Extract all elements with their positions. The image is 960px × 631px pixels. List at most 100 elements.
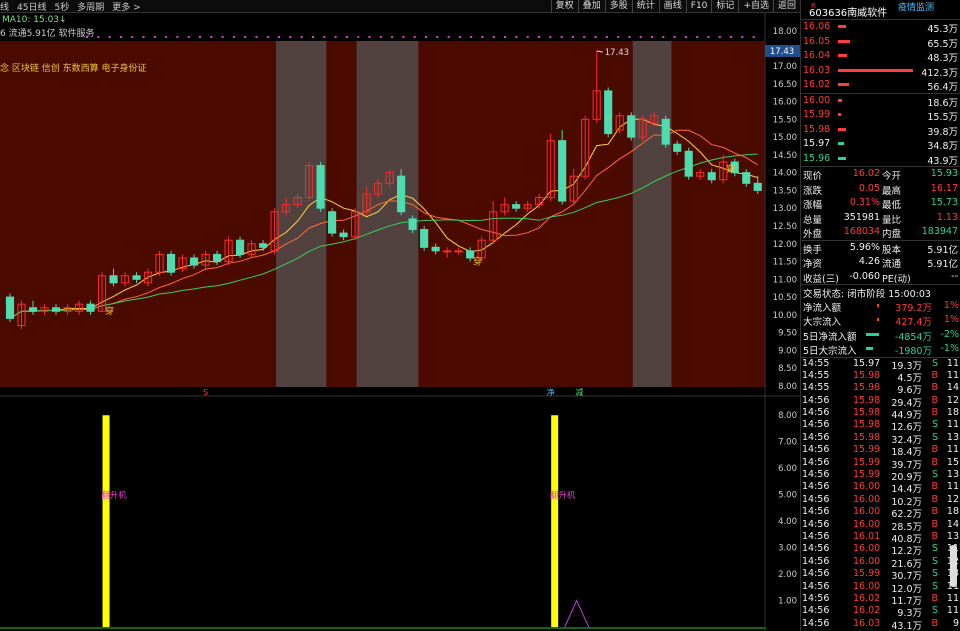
tick-row[interactable]: 14:56 16.00 62.2万 B 18 — [801, 506, 960, 520]
toolbar-btn-6[interactable]: 标记 — [711, 0, 738, 13]
toolbar-btn-3[interactable]: 统计 — [631, 0, 659, 13]
tick-time: 14:56 — [802, 518, 830, 530]
tick-row[interactable]: 14:56 15.99 18.4万 B 11 — [801, 444, 960, 458]
ask-row[interactable]: 16.02 56.4万 — [801, 78, 960, 93]
toolbar-btn-2[interactable]: 多股 — [604, 0, 632, 13]
toolbar-btn-1[interactable]: 叠加 — [577, 0, 605, 13]
candle[interactable] — [5, 293, 15, 322]
tick-price: 15.99 — [853, 568, 881, 580]
period-tab-3[interactable]: 多周期 — [77, 0, 104, 13]
tick-price: 16.03 — [853, 617, 881, 629]
tick-row[interactable]: 14:55 15.97 19.3万 S 11 — [801, 358, 960, 372]
stats-value: 4.26 — [858, 256, 880, 267]
bid-row[interactable]: 15.97 34.8万 — [801, 137, 960, 152]
ask-row[interactable]: 16.04 48.3万 — [801, 49, 960, 64]
candle[interactable] — [236, 236, 245, 258]
grey-zone-0 — [276, 41, 327, 387]
period-tab-1[interactable]: 45日线 — [17, 0, 46, 13]
signal-dot — [730, 36, 733, 38]
stats-value: 5.91亿 — [927, 259, 958, 270]
candle-body — [339, 232, 348, 238]
signal-dot — [470, 36, 473, 38]
tick-row[interactable]: 14:5615.9930.7万S13 — [801, 568, 960, 582]
tick-row[interactable]: 14:56 15.99 39.7万 B 15 — [801, 456, 960, 471]
tick-row[interactable]: 14:56 16.03 43.1万 B 9 — [801, 617, 960, 631]
indicator-triangle — [564, 599, 590, 628]
ask-volume-bar — [838, 54, 847, 57]
signal-dot — [515, 36, 518, 38]
quote-label: 涨幅 — [803, 200, 823, 211]
tick-side: S — [931, 605, 938, 617]
toolbar-btn-0[interactable]: 复权 — [550, 0, 578, 13]
period-tab-2[interactable]: 5秒 — [54, 0, 69, 13]
candle[interactable] — [627, 112, 636, 141]
stats-value: 5.91亿 — [927, 244, 958, 256]
quote-value: 15.93 — [930, 168, 958, 179]
tick-row[interactable]: 14:5616.0021.6万S12 — [801, 556, 960, 570]
tick-row[interactable]: 14:56 16.00 28.5万 B 14 — [801, 518, 960, 533]
candle[interactable] — [604, 87, 613, 138]
tick-row[interactable]: 14:55 15.98 9.6万 B 14 — [801, 382, 960, 396]
bid-row[interactable]: 15.99 15.5万 — [801, 108, 960, 123]
ask-row[interactable]: 16.05 65.5万 — [801, 35, 960, 50]
tick-row[interactable]: 14:56 16.00 14.4万 B 11 — [801, 481, 960, 495]
signal-dot — [594, 36, 597, 38]
candle[interactable] — [166, 250, 176, 276]
tick-price: 15.99 — [853, 456, 881, 468]
candlestick-chart[interactable]: 18.00 17.00 16.50 16.00 15.50 15.00 14.50 14.00… — [0, 13, 800, 631]
tick-row[interactable]: 14:55 15.98 4.5万 B 11 — [801, 370, 960, 384]
tick-row[interactable]: 14:56 16.00 10.2万 B 12 — [801, 493, 960, 508]
candle-body — [397, 175, 406, 213]
toolbar-btn-4[interactable]: 画线 — [658, 0, 686, 13]
candle[interactable] — [558, 129, 567, 205]
toolbar-actions: 复权 叠加 多股 统计 画线 F10 标记 +自选 返回 — [550, 0, 800, 13]
tick-list[interactable]: 14:55 15.97 19.3万 S 11 14:55 15.98 4.5万 B 11 14:55… — [801, 356, 960, 631]
price-tick: 17.00 — [773, 62, 797, 72]
epidemic-badge[interactable]: 疫情监测 — [898, 0, 934, 13]
candle-body — [166, 253, 176, 273]
candle[interactable] — [328, 208, 337, 237]
candle[interactable] — [684, 147, 693, 180]
tick-scrollbar[interactable] — [950, 545, 957, 587]
indicator-tick: 5.00 — [778, 491, 797, 501]
tick-row[interactable]: 14:5616.0012.0万S11 — [801, 581, 960, 595]
flow-label: 大宗流入 — [803, 317, 842, 328]
candle[interactable] — [316, 161, 325, 212]
cross-marker: 穿 — [726, 163, 735, 175]
toolbar-btn-5[interactable]: F10 — [685, 0, 712, 13]
tick-side: S — [931, 568, 938, 580]
tick-row[interactable]: 14:56 16.01 40.8万 B 13 — [801, 531, 960, 545]
tick-row[interactable]: 14:56 15.98 29.4万 B 12 — [801, 395, 960, 409]
signal-dot — [628, 36, 631, 38]
tick-time: 14:56 — [802, 617, 830, 629]
tick-row[interactable]: 14:56 15.99 20.9万 S 13 — [801, 469, 960, 483]
tick-row[interactable]: 14:56 15.98 12.6万 S 11 — [801, 419, 960, 433]
tick-row[interactable]: 14:56 15.98 44.9万 B 18 — [801, 407, 960, 421]
indicator-tick: 7.00 — [778, 438, 797, 448]
candle[interactable] — [397, 169, 406, 216]
candle-body — [627, 115, 636, 138]
tick-count: 12 — [946, 493, 959, 505]
toolbar-btn-8[interactable]: 返回 — [772, 0, 800, 13]
tick-row[interactable]: 14:5616.0012.2万S11 — [801, 543, 960, 557]
bid-volume: 34.8万 — [927, 141, 958, 152]
tick-row[interactable]: 14:56 15.98 32.4万 S 13 — [801, 432, 960, 446]
price-tick: 13.00 — [773, 204, 797, 214]
ask-row[interactable]: 16.06 45.3万 — [801, 20, 960, 35]
signal-dot — [458, 36, 461, 38]
ask-row[interactable]: 16.03 412.3万 — [801, 64, 960, 79]
period-tab-0[interactable]: 线 — [0, 0, 9, 13]
signal-dot — [538, 36, 540, 38]
bid-row[interactable]: 15.98 39.8万 — [801, 123, 960, 138]
candle[interactable] — [420, 225, 429, 251]
tick-side: B — [931, 456, 938, 468]
tick-row[interactable]: 14:56 16.02 9.3万 S 11 — [801, 605, 960, 619]
toolbar-btn-7[interactable]: +自选 — [738, 0, 773, 13]
period-tab-4[interactable]: 更多 > — [112, 0, 140, 13]
tick-row[interactable]: 14:56 16.02 11.7万 B 11 — [801, 593, 960, 607]
candle[interactable] — [661, 115, 670, 148]
bid-row[interactable]: 15.96 43.9万 — [801, 152, 960, 167]
signal-dot — [673, 36, 676, 38]
bid-row[interactable]: 16.00 18.6万 — [801, 94, 960, 109]
quote-value: 168034 — [843, 226, 880, 237]
